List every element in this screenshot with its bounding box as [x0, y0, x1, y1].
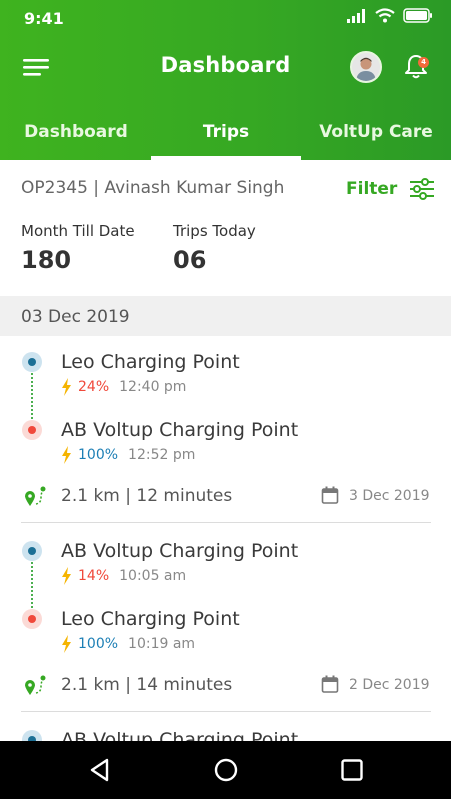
notification-badge: 4: [418, 57, 429, 68]
trip-card[interactable]: AB Voltup Charging Point 14% 10:05 am Le…: [0, 529, 451, 714]
trip-date: 2 Dec 2019: [349, 677, 430, 693]
avatar[interactable]: [350, 51, 382, 83]
route-connector: [31, 562, 33, 612]
status-icons: [347, 8, 433, 23]
end-point-name: Leo Charging Point: [61, 608, 240, 630]
stat-today: Trips Today 06: [173, 222, 256, 274]
stat-month-value: 180: [21, 246, 72, 274]
signal-icon: [347, 8, 365, 23]
trip-summary-row: 2.1 km | 14 minutes 2 Dec 2019: [0, 671, 451, 701]
start-point-name: Leo Charging Point: [61, 351, 240, 373]
end-point-meta: 100% 12:52 pm: [61, 446, 195, 464]
calendar-icon: [321, 486, 339, 504]
end-time: 10:19 am: [128, 636, 196, 652]
trip-distance-duration: 2.1 km | 12 minutes: [61, 486, 233, 506]
date-group-header: 03 Dec 2019: [0, 296, 451, 336]
route-pin-icon: [25, 486, 46, 506]
end-charge-percent: 100%: [78, 636, 119, 652]
start-charge-percent: 14%: [78, 568, 110, 584]
start-point-meta: 14% 10:05 am: [61, 567, 186, 585]
trip-card[interactable]: Leo Charging Point 24% 12:40 pm AB Voltu…: [0, 340, 451, 525]
start-point-name: AB Voltup Charging Point: [61, 540, 299, 562]
system-nav-bar: [0, 741, 451, 799]
status-time: 9:41: [24, 9, 64, 28]
bolt-icon: [62, 567, 71, 585]
start-point-dot: [22, 352, 42, 372]
bolt-icon: [62, 378, 71, 396]
end-charge-percent: 100%: [78, 447, 119, 463]
status-bar: 9:41: [0, 0, 451, 36]
home-icon[interactable]: [213, 757, 239, 783]
tab-bar: Dashboard Trips VoltUp Care: [0, 108, 451, 160]
page-title: Dashboard: [160, 53, 291, 77]
stat-month: Month Till Date 180: [21, 222, 135, 274]
stat-month-label: Month Till Date: [21, 222, 135, 240]
filter-sliders-icon: [410, 178, 435, 200]
route-connector: [31, 373, 33, 423]
trip-card[interactable]: AB Voltup Charging Point: [0, 718, 451, 741]
calendar-icon: [321, 675, 339, 693]
battery-icon: [403, 8, 432, 23]
app-bar: Dashboard 4: [0, 40, 451, 96]
start-charge-percent: 24%: [78, 379, 110, 395]
start-point-meta: 24% 12:40 pm: [61, 378, 186, 396]
start-time: 10:05 am: [119, 568, 187, 584]
trip-divider: [21, 522, 431, 523]
trip-divider: [21, 711, 431, 712]
bolt-icon: [62, 635, 71, 653]
route-pin-icon: [25, 675, 46, 695]
stat-today-value: 06: [173, 246, 207, 274]
recents-icon[interactable]: [339, 757, 365, 783]
header: 9:41 Dashboard 4 Dashboard Trips VoltUp …: [0, 0, 451, 160]
back-icon[interactable]: [87, 757, 113, 783]
start-point-dot: [22, 541, 42, 561]
filter-label: Filter: [346, 179, 398, 199]
end-point-dot: [22, 420, 42, 440]
end-time: 12:52 pm: [128, 447, 196, 463]
tab-trips[interactable]: Trips: [151, 108, 301, 160]
stat-today-label: Trips Today: [173, 222, 256, 240]
tab-dashboard[interactable]: Dashboard: [0, 108, 152, 160]
active-tab-indicator: [151, 156, 301, 160]
end-point-meta: 100% 10:19 am: [61, 635, 195, 653]
start-time: 12:40 pm: [119, 379, 187, 395]
end-point-dot: [22, 609, 42, 629]
trip-distance-duration: 2.1 km | 14 minutes: [61, 675, 233, 695]
wifi-icon: [375, 8, 395, 23]
avatar-image: [352, 53, 380, 81]
bolt-icon: [62, 446, 71, 464]
tab-voltup-care[interactable]: VoltUp Care: [301, 108, 451, 160]
filter-button[interactable]: Filter: [346, 174, 435, 204]
trip-date: 3 Dec 2019: [349, 488, 430, 504]
start-point-dot: [22, 730, 42, 741]
start-point-name: AB Voltup Charging Point: [61, 729, 299, 741]
end-point-name: AB Voltup Charging Point: [61, 419, 299, 441]
trip-summary-row: 2.1 km | 12 minutes 3 Dec 2019: [0, 482, 451, 512]
operator-info: OP2345 | Avinash Kumar Singh: [21, 178, 285, 198]
